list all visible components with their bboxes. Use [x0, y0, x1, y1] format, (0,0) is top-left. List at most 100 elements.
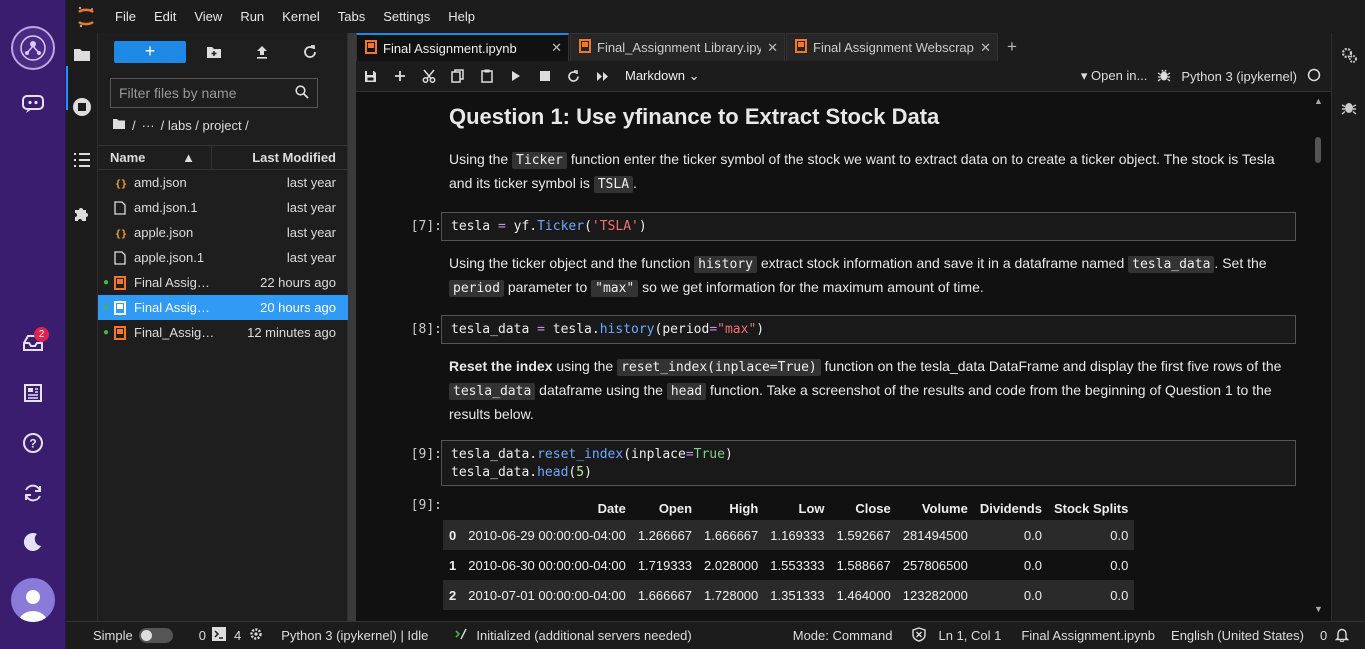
close-tab-icon[interactable]: ✕ — [974, 40, 991, 56]
new-launcher-button[interactable]: + — [114, 41, 186, 63]
scroll-up-icon[interactable]: ▲ — [1314, 96, 1323, 106]
menu-settings[interactable]: Settings — [374, 0, 439, 33]
active-tab-indicator — [66, 66, 68, 110]
cursor-position[interactable]: Ln 1, Col 1 — [938, 628, 1001, 643]
new-folder-icon[interactable] — [202, 41, 226, 63]
file-row[interactable]: ● Final_Assig… 12 minutes ago — [98, 320, 348, 345]
text: function enter the ticker symbol of the … — [449, 151, 1275, 191]
scroll-down-icon[interactable]: ▼ — [1314, 604, 1323, 614]
column-header: Open — [658, 500, 693, 516]
chat-bot-icon[interactable] — [20, 91, 46, 117]
svg-text:?: ? — [29, 437, 36, 451]
caret-down-icon: ▾ — [1080, 68, 1088, 83]
file-row[interactable]: {} amd.json last year — [98, 170, 348, 195]
text: . — [633, 175, 637, 191]
tab-final-assignment-library[interactable]: Final_Assignment Library.ipyı ✕ — [570, 33, 785, 61]
input-prompt: [9]: — [410, 447, 442, 462]
table-cell: 1.719333 — [637, 557, 693, 573]
notebook-scrollbar[interactable]: ▲ ▼ — [1310, 92, 1331, 621]
markdown-cell-heading[interactable]: Question 1: Use yfinance to Extract Stoc… — [449, 103, 1284, 131]
text: function on the tesla_data DataFrame and… — [820, 358, 1282, 374]
scrollbar-thumb[interactable] — [1315, 137, 1321, 163]
text: using the — [552, 358, 618, 374]
markdown-cell-2[interactable]: Using the ticker object and the function… — [449, 252, 1284, 300]
dark-mode-moon-icon[interactable] — [20, 529, 46, 555]
menu-edit[interactable]: Edit — [145, 0, 185, 33]
restart-run-all-icon[interactable] — [588, 61, 617, 92]
name-column-header[interactable]: Name ▲ — [98, 146, 212, 169]
table-cell: 281494500 — [896, 520, 974, 550]
refresh-files-icon[interactable] — [298, 41, 322, 63]
table-of-contents-icon[interactable] — [70, 148, 94, 172]
table-row: 1 2010-06-30 00:00:00-04:00 1.719333 2.0280… — [443, 550, 1134, 580]
extension-manager-icon[interactable] — [70, 202, 94, 226]
kernel-count[interactable]: 4 — [234, 628, 241, 643]
interrupt-kernel-icon[interactable] — [530, 61, 559, 92]
notification-count[interactable]: 0 — [1320, 628, 1327, 643]
tab-final-assignment-webscraping[interactable]: Final Assignment Webscrapin ✕ — [786, 33, 998, 61]
notebook-panel: Question 1: Use yfinance to Extract Stoc… — [356, 92, 1310, 621]
row-index: 0 — [443, 520, 463, 550]
cell-type-dropdown[interactable]: Markdown ⌄ — [625, 68, 700, 84]
open-in-label: Open in... — [1091, 68, 1148, 83]
file-row[interactable]: ● Final Assig… 20 hours ago — [98, 295, 348, 320]
menu-view[interactable]: View — [185, 0, 231, 33]
debugger-icon[interactable] — [1339, 97, 1359, 117]
code-cell-7[interactable]: tesla = yf.Ticker('TSLA') — [441, 212, 1296, 241]
debugger-bug-icon[interactable] — [1157, 68, 1171, 85]
open-in-dropdown[interactable]: ▾ Open in... — [1081, 68, 1148, 84]
menu-file[interactable]: File — [106, 0, 145, 33]
menu-run[interactable]: Run — [231, 0, 273, 33]
code-cell-8[interactable]: tesla_data = tesla.history(period="max") — [441, 315, 1296, 344]
tab-final-assignment[interactable]: Final Assignment.ipynb ✕ — [356, 33, 569, 61]
insert-cell-icon[interactable] — [385, 61, 414, 92]
kernel-status-icon — [1307, 68, 1321, 85]
simple-mode-toggle[interactable] — [138, 628, 173, 643]
menu-help[interactable]: Help — [439, 0, 484, 33]
file-row[interactable]: amd.json.1 last year — [98, 195, 348, 220]
markdown-cell-1[interactable]: Using the Ticker function enter the tick… — [449, 148, 1284, 196]
refresh-icon[interactable] — [20, 480, 46, 506]
code-cell-9[interactable]: tesla_data.reset_index(inplace=True) tes… — [441, 440, 1296, 486]
file-row[interactable]: ● Final Assig… 22 hours ago — [98, 270, 348, 295]
terminal-count[interactable]: 0 — [199, 628, 206, 643]
lsp-status[interactable]: Initialized (additional servers needed) — [476, 628, 691, 643]
cut-icon[interactable] — [414, 61, 443, 92]
breadcrumb-root[interactable]: / — [132, 118, 136, 133]
filter-files-input[interactable]: Filter files by name — [110, 78, 318, 108]
running-sessions-icon[interactable] — [70, 95, 94, 119]
kernel-name[interactable]: Python 3 (ipykernel) — [1181, 69, 1297, 84]
help-icon[interactable]: ? — [20, 430, 46, 456]
panel-splitter[interactable] — [348, 33, 356, 621]
news-icon[interactable] — [20, 380, 46, 406]
copy-icon[interactable] — [443, 61, 472, 92]
restart-kernel-icon[interactable] — [559, 61, 588, 92]
add-tab-button[interactable]: + — [999, 33, 1025, 61]
breadcrumb-path[interactable]: / labs / project / — [161, 118, 249, 133]
chevron-down-icon: ⌄ — [688, 68, 700, 83]
upload-icon[interactable] — [250, 41, 274, 63]
root-folder-icon[interactable] — [112, 118, 126, 133]
user-avatar[interactable] — [11, 578, 55, 622]
kernel-status[interactable]: Python 3 (ipykernel) | Idle — [281, 628, 428, 643]
close-tab-icon[interactable]: ✕ — [545, 40, 562, 56]
menu-tabs[interactable]: Tabs — [329, 0, 374, 33]
display-language[interactable]: English (United States) — [1171, 628, 1304, 643]
save-icon[interactable] — [356, 61, 385, 92]
paste-icon[interactable] — [472, 61, 501, 92]
last-modified-column-header[interactable]: Last Modified — [212, 146, 348, 169]
json-icon: {} — [114, 176, 134, 190]
close-tab-icon[interactable]: ✕ — [761, 40, 778, 56]
markdown-cell-3[interactable]: Reset the index using the reset_index(in… — [449, 355, 1284, 426]
property-inspector-gears-icon[interactable] — [1339, 45, 1359, 65]
breadcrumb-ellipsis[interactable]: ··· — [142, 118, 155, 133]
menu-kernel[interactable]: Kernel — [273, 0, 329, 33]
folder-icon[interactable] — [70, 42, 94, 66]
file-row[interactable]: apple.json.1 last year — [98, 245, 348, 270]
app-logo-icon[interactable] — [11, 26, 55, 70]
trust-shield-icon[interactable] — [912, 626, 927, 645]
run-cell-icon[interactable] — [501, 61, 530, 92]
bell-icon[interactable] — [1335, 627, 1350, 645]
file-row[interactable]: {} apple.json last year — [98, 220, 348, 245]
table-cell: 1.351333 — [764, 580, 831, 610]
